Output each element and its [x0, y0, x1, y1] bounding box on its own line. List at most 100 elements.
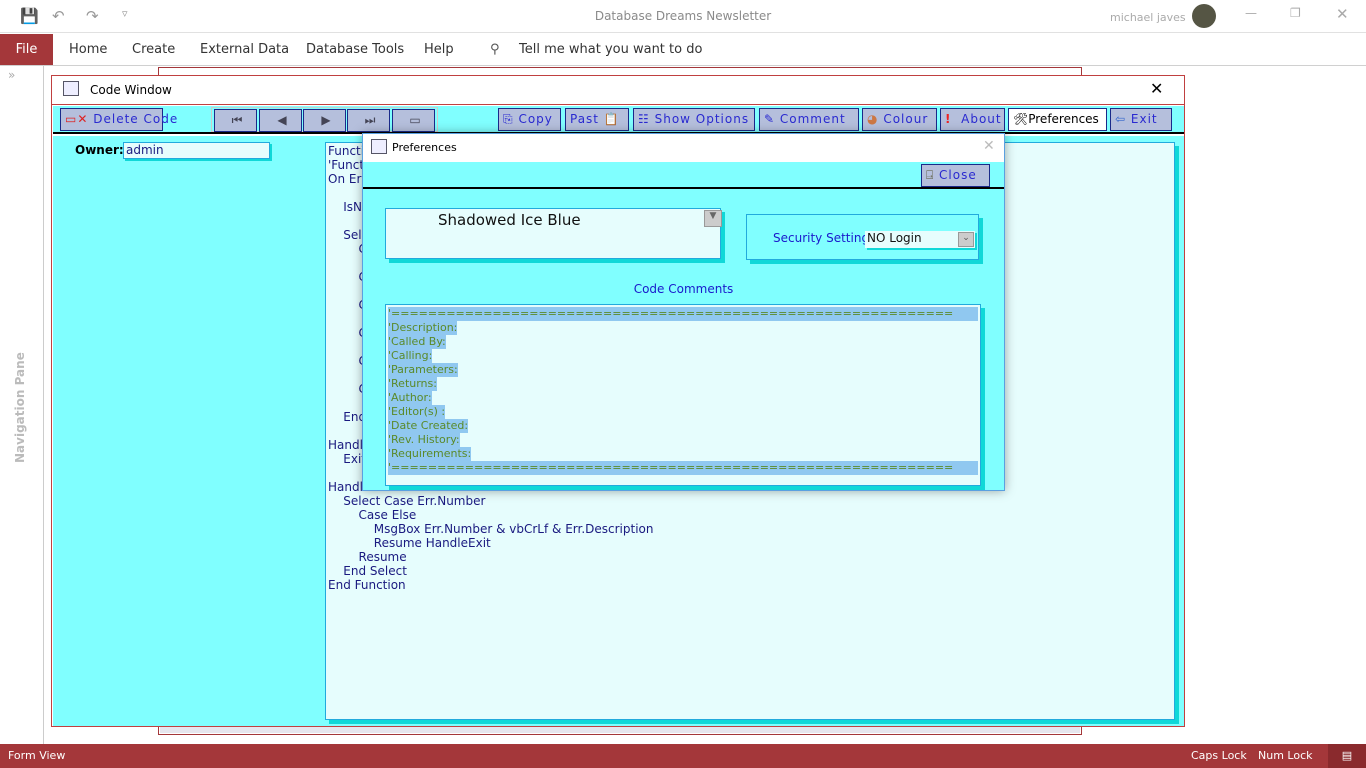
about-label: About: [961, 112, 1002, 126]
close-icon[interactable]: ✕: [1150, 79, 1163, 98]
first-record-button[interactable]: ⏮: [214, 109, 257, 132]
avatar[interactable]: [1192, 4, 1216, 28]
comment-line: 'Rev. History:: [388, 433, 460, 447]
comment-line: 'Author:: [388, 391, 432, 405]
exit-icon: ⇦: [1115, 112, 1127, 126]
security-select[interactable]: NO Login ⌄: [865, 231, 975, 248]
show-options-button[interactable]: ☷ Show Options: [633, 108, 755, 131]
tab-help[interactable]: Help: [424, 42, 454, 57]
exit-label: Exit: [1130, 112, 1158, 126]
close-button[interactable]: ⍈ Close: [921, 164, 990, 187]
paste-button[interactable]: Past 📋: [565, 108, 629, 131]
minimize-icon[interactable]: —: [1245, 6, 1257, 20]
theme-value: Shadowed Ice Blue: [438, 211, 581, 229]
restore-icon[interactable]: ❐: [1290, 6, 1301, 20]
preferences-titlebar: Preferences ✕: [363, 134, 1004, 162]
code-line: Resume HandleExit: [328, 536, 491, 550]
comment-button[interactable]: ✎ Comment: [759, 108, 859, 131]
code-line: IsN: [328, 200, 363, 214]
code-window-titlebar: Code Window ✕: [52, 76, 1184, 105]
code-comments-textarea[interactable]: '=======================================…: [385, 304, 981, 486]
delete-code-button[interactable]: ▭✕ Delete Code: [60, 108, 177, 131]
options-icon: ☷: [638, 112, 650, 126]
tell-me-input[interactable]: Tell me what you want to do: [519, 42, 702, 57]
status-bar: Form View Caps Lock Num Lock ▤: [0, 744, 1366, 768]
clipboard-icon: 📋: [603, 112, 620, 126]
colour-button[interactable]: ◕ Colour: [862, 108, 937, 131]
preferences-title: Preferences: [392, 141, 457, 154]
tab-database-tools[interactable]: Database Tools: [306, 42, 404, 57]
code-line: Case Else: [328, 508, 417, 522]
user-name[interactable]: michael javes: [1110, 11, 1186, 24]
close-label: Close: [939, 168, 977, 182]
previous-record-button[interactable]: ◀: [259, 109, 302, 132]
show-options-label: Show Options: [654, 112, 750, 126]
comment-line: 'Date Created:: [388, 419, 469, 433]
owner-label: Owner:: [75, 143, 124, 157]
search-icon: ⚲: [490, 42, 500, 57]
colour-label: Colour: [883, 112, 929, 126]
theme-combo[interactable]: Shadowed Ice Blue ▼: [385, 208, 722, 259]
comment-label: Comment: [779, 112, 846, 126]
owner-input[interactable]: admin: [123, 142, 270, 159]
comment-line: 'Requirements:: [388, 447, 472, 461]
code-line: Select Case Err.Number: [328, 494, 486, 508]
dropdown-arrow-icon[interactable]: ▼: [704, 210, 722, 227]
caps-lock-indicator: Caps Lock: [1191, 749, 1247, 762]
preferences-dialog: Preferences ✕ ⍈ Close Shadowed Ice Blue …: [362, 133, 1005, 491]
close-icon[interactable]: ✕: [983, 138, 995, 154]
paste-label: Past: [570, 112, 600, 126]
comment-line: 'Parameters:: [388, 363, 458, 377]
navigation-pane[interactable]: » Navigation Pane: [0, 66, 44, 744]
expand-nav-icon[interactable]: »: [8, 68, 15, 82]
copy-button[interactable]: ⎘ Copy: [498, 108, 561, 131]
tab-file[interactable]: File: [0, 34, 53, 65]
next-record-button[interactable]: ▶: [303, 109, 346, 132]
title-bar: 💾 ↶ ↷ ▿ Database Dreams Newsletter micha…: [0, 0, 1366, 33]
form-icon: [63, 81, 79, 96]
copy-label: Copy: [518, 112, 553, 126]
tab-create[interactable]: Create: [132, 42, 175, 57]
close-icon[interactable]: ✕: [1336, 5, 1349, 23]
navigation-pane-label: Navigation Pane: [13, 352, 27, 463]
code-line: End: [328, 410, 367, 424]
code-toolbar: ▭✕ Delete Code ⏮ ◀ ▶ ⏭ ▭ ⎘ Copy Past 📋 ☷…: [53, 106, 1184, 134]
security-label: Security Setting:: [773, 231, 874, 245]
tab-external-data[interactable]: External Data: [200, 42, 289, 57]
tools-icon: 🛠: [1013, 112, 1029, 126]
comment-line: '=======================================…: [388, 461, 978, 475]
exclamation-icon: !: [945, 112, 952, 126]
comment-line: 'Called By:: [388, 335, 446, 349]
form-icon: [371, 139, 387, 154]
comment-icon: ✎: [764, 112, 776, 126]
code-line: MsgBox Err.Number & vbCrLf & Err.Descrip…: [328, 522, 654, 536]
comment-line: 'Calling:: [388, 349, 433, 363]
security-box: Security Setting: NO Login ⌄: [746, 214, 979, 260]
ribbon-tabs: File Home Create External Data Database …: [0, 34, 1366, 66]
num-lock-indicator: Num Lock: [1258, 749, 1313, 762]
tab-home[interactable]: Home: [69, 42, 107, 57]
about-button[interactable]: ! About: [940, 108, 1005, 131]
security-value: NO Login: [867, 231, 922, 245]
code-line: Resume: [328, 550, 407, 564]
view-status: Form View: [8, 749, 66, 762]
delete-code-label: Delete Code: [93, 112, 179, 126]
copy-icon: ⎘: [503, 112, 514, 126]
code-line: End Function: [328, 578, 406, 592]
last-record-button[interactable]: ⏭: [347, 109, 390, 132]
preferences-toolbar: ⍈ Close: [363, 162, 1004, 189]
comment-line: 'Editor(s) :: [388, 405, 446, 419]
code-window-title: Code Window: [90, 83, 172, 97]
form-view-icon[interactable]: ▤: [1328, 744, 1366, 768]
colour-wheel-icon: ◕: [867, 112, 879, 126]
preferences-button[interactable]: 🛠Preferences: [1008, 108, 1107, 131]
code-comments-label: Code Comments: [633, 282, 734, 296]
preferences-label: Preferences: [1028, 112, 1099, 126]
comment-line: 'Description:: [388, 321, 458, 335]
code-line: Exit: [328, 452, 366, 466]
door-exit-icon: ⍈: [926, 168, 935, 182]
new-record-button[interactable]: ▭: [392, 109, 435, 132]
delete-icon: ▭✕: [65, 112, 89, 126]
exit-button[interactable]: ⇦ Exit: [1110, 108, 1172, 131]
chevron-down-icon[interactable]: ⌄: [958, 232, 974, 247]
